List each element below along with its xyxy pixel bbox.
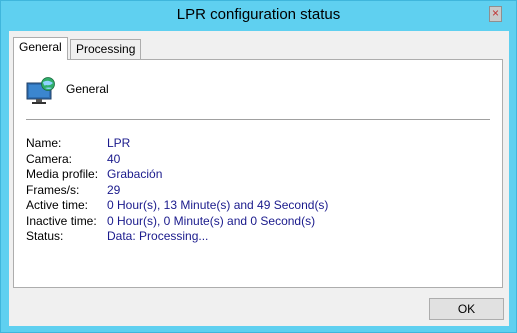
section-header-label: General bbox=[66, 82, 109, 96]
properties-list: Name: LPR Camera: 40 Media profile: Grabaci… bbox=[26, 136, 328, 245]
dialog-window: LPR configuration status × General Proce… bbox=[0, 0, 517, 333]
header-separator bbox=[26, 119, 490, 120]
property-label: Media profile: bbox=[26, 167, 99, 181]
property-label: Status: bbox=[26, 229, 64, 243]
close-icon: × bbox=[491, 6, 499, 20]
monitor-globe-icon bbox=[26, 77, 55, 104]
property-label: Active time: bbox=[26, 198, 89, 212]
property-value: 29 bbox=[107, 182, 121, 197]
property-active-time: Active time: 0 Hour(s), 13 Minute(s) and … bbox=[26, 198, 328, 214]
dialog-body: General Processing General Name: LPR Came… bbox=[9, 31, 509, 326]
property-value: 0 Hour(s), 13 Minute(s) and 49 Second(s) bbox=[107, 198, 329, 212]
property-value: Grabación bbox=[107, 167, 163, 181]
ok-button[interactable]: OK bbox=[429, 298, 504, 320]
property-value: 40 bbox=[107, 151, 121, 166]
window-title: LPR configuration status bbox=[176, 6, 341, 23]
property-camera: Camera: 40 bbox=[26, 152, 328, 168]
title-bar[interactable]: LPR configuration status × bbox=[1, 1, 516, 31]
property-label: Frames/s: bbox=[26, 182, 80, 197]
property-label: Name: bbox=[26, 136, 62, 150]
property-label: Camera: bbox=[26, 151, 73, 166]
property-frames-per-second: Frames/s: 29 bbox=[26, 183, 328, 199]
property-value: LPR bbox=[107, 136, 131, 150]
close-button[interactable]: × bbox=[489, 6, 502, 22]
property-value: Data: Processing... bbox=[107, 229, 209, 243]
property-media-profile: Media profile: Grabación bbox=[26, 167, 328, 183]
property-value: 0 Hour(s), 0 Minute(s) and 0 Second(s) bbox=[107, 213, 316, 228]
property-name: Name: LPR bbox=[26, 136, 328, 152]
tab-general[interactable]: General bbox=[13, 37, 68, 60]
property-inactive-time: Inactive time: 0 Hour(s), 0 Minute(s) and… bbox=[26, 214, 328, 230]
property-label: Inactive time: bbox=[26, 213, 97, 228]
tab-processing[interactable]: Processing bbox=[70, 39, 142, 59]
general-tab-panel: General Name: LPR Camera: 40 Media profile… bbox=[13, 59, 503, 288]
property-status: Status: Data: Processing... bbox=[26, 229, 328, 245]
